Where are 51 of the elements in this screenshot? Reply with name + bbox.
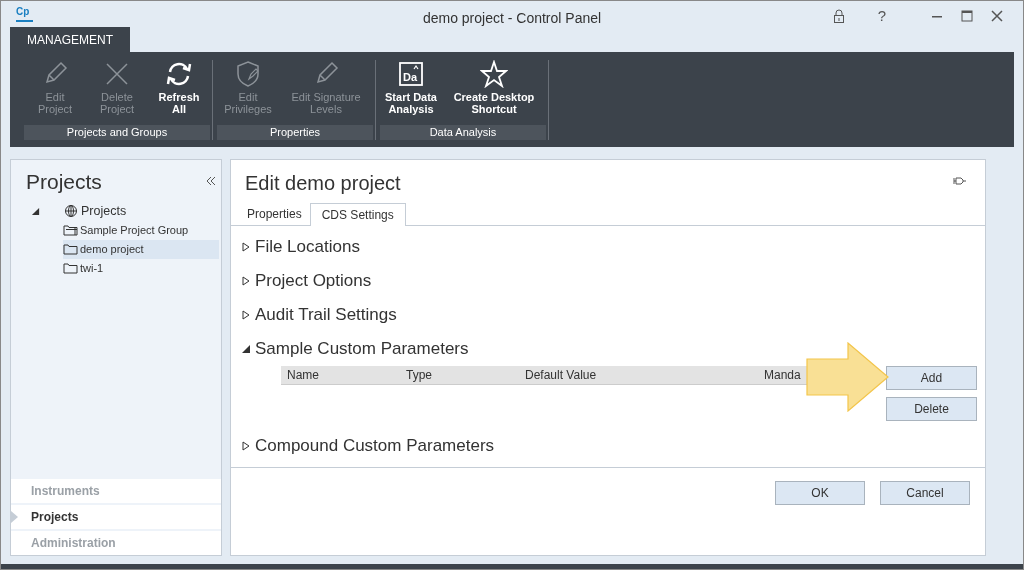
folders-icon [63, 223, 78, 237]
column-header: Name [286, 367, 320, 384]
editor-title: Edit demo project [245, 171, 401, 196]
expander-icon[interactable] [241, 276, 251, 286]
expander-icon[interactable] [241, 344, 251, 354]
button[interactable]: Cancel [880, 481, 970, 505]
lock-icon[interactable] [832, 9, 845, 24]
ribbon-button[interactable]: Da Start Data Analysis [380, 60, 442, 125]
ribbon-button[interactable]: Refresh All [148, 60, 210, 125]
tree-item[interactable]: Projects [64, 201, 220, 221]
section-header[interactable]: Audit Trail Settings [255, 302, 397, 328]
panel-title: Projects [26, 169, 102, 195]
folder-icon [63, 242, 78, 256]
section-header[interactable]: File Locations [255, 234, 360, 260]
collapse-icon[interactable] [206, 176, 216, 186]
tab[interactable]: CDS Settings [309, 203, 406, 226]
ribbon-tab[interactable]: MANAGEMENT [10, 27, 130, 52]
document-icon: Da [397, 60, 425, 88]
column-header: Manda [763, 367, 802, 384]
button[interactable]: Delete [886, 397, 977, 421]
app-logo: Cp [16, 5, 33, 22]
help-button[interactable]: ? [877, 5, 886, 28]
button[interactable]: Add [886, 366, 977, 390]
tree-item[interactable]: Sample Project Group [63, 220, 219, 240]
window-title: demo project - Control Panel [422, 9, 602, 28]
folder-icon [63, 261, 78, 275]
expander-icon[interactable] [241, 242, 251, 252]
refresh-icon [165, 60, 193, 88]
globe-icon [64, 204, 79, 218]
section-header[interactable]: Project Options [255, 268, 372, 294]
nav-item[interactable]: Projects [11, 505, 221, 529]
tab[interactable]: Properties [239, 203, 310, 225]
column-header: Default Value [524, 367, 598, 384]
ribbon-group-label: Projects and Groups [24, 125, 210, 140]
shield-icon [234, 60, 262, 88]
column-header: Type [405, 367, 433, 384]
ribbon-button[interactable]: Create Desktop Shortcut [442, 60, 546, 125]
expander-icon[interactable] [241, 441, 251, 451]
section-header[interactable]: Compound Custom Parameters [255, 433, 495, 459]
tree-item[interactable]: demo project [63, 239, 219, 259]
section-header[interactable]: Sample Custom Parameters [255, 336, 469, 362]
tree-item[interactable]: twi-1 [63, 258, 219, 278]
star-icon [480, 60, 508, 88]
button[interactable]: OK [775, 481, 865, 505]
ribbon-group-label: Properties [217, 125, 373, 140]
ribbon-group-label: Data Analysis [380, 125, 546, 140]
expander-icon[interactable] [241, 310, 251, 320]
close-icon[interactable] [991, 10, 1003, 23]
pin-icon[interactable] [953, 176, 967, 186]
expander-icon[interactable] [31, 206, 40, 216]
maximize-icon[interactable] [961, 10, 973, 23]
